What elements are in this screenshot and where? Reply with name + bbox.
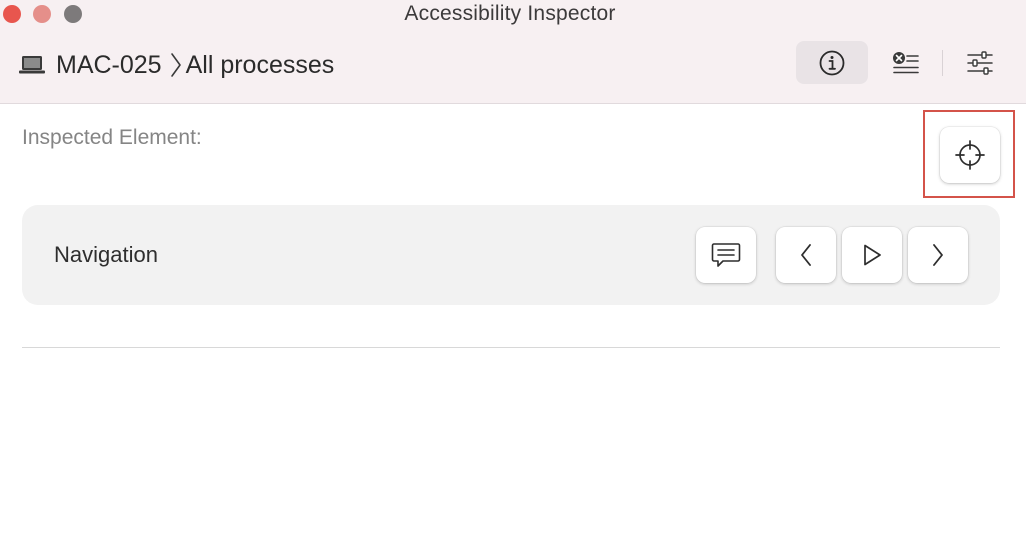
laptop-icon — [18, 54, 46, 76]
navigation-panel: Navigation — [22, 205, 1000, 305]
inspection-pointer-button[interactable] — [940, 127, 1000, 183]
previous-element-button[interactable] — [776, 227, 836, 283]
speak-button[interactable] — [696, 227, 756, 283]
chevron-right-icon — [929, 242, 947, 268]
chevron-left-icon — [797, 242, 815, 268]
titlebar-toolbar: Accessibility Inspector MAC-025 All proc… — [0, 0, 1026, 104]
auto-navigate-button[interactable] — [842, 227, 902, 283]
sliders-icon — [965, 49, 995, 77]
play-icon — [861, 242, 883, 268]
speech-bubble-icon — [710, 240, 742, 270]
accessibility-inspector-window: Accessibility Inspector MAC-025 All proc… — [0, 0, 1026, 544]
audit-button[interactable] — [870, 41, 942, 84]
navigation-label: Navigation — [54, 242, 158, 267]
info-circle-icon — [818, 49, 846, 77]
inspector-info-button[interactable] — [796, 41, 868, 84]
breadcrumb[interactable]: MAC-025 All processes — [18, 48, 334, 82]
toolbar-divider — [942, 50, 943, 76]
breadcrumb-scope[interactable]: All processes — [186, 51, 335, 80]
window-title: Accessibility Inspector — [404, 2, 616, 25]
next-element-button[interactable] — [908, 227, 968, 283]
settings-button[interactable] — [944, 41, 1016, 84]
breadcrumb-target[interactable]: MAC-025 — [56, 51, 162, 80]
inspected-element-label: Inspected Element: — [22, 126, 202, 149]
crosshair-icon — [954, 139, 986, 171]
audit-list-icon — [891, 49, 921, 77]
section-divider — [22, 347, 1000, 348]
chevron-right-icon — [170, 52, 182, 78]
